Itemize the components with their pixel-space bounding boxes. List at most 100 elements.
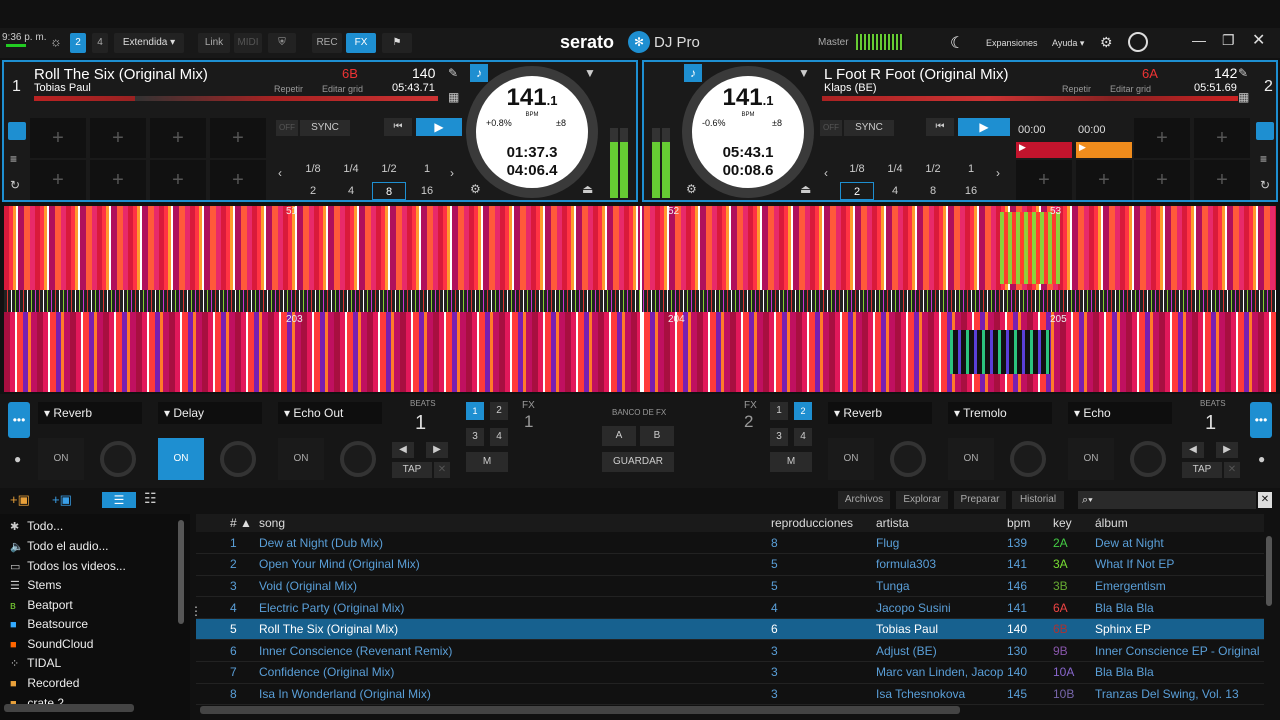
fx-bank-b[interactable]: B (640, 426, 674, 446)
table-row[interactable]: 2 Open Your Mind (Original Mix) 5 formula30… (196, 553, 1264, 576)
fx2-mode-button[interactable]: M (770, 452, 812, 472)
menu-icon[interactable]: ≡ (1260, 152, 1267, 166)
fx2-slot2[interactable]: ▾ Tremolo (948, 402, 1052, 424)
sidebar-h-scrollbar[interactable] (4, 704, 134, 712)
fx-knob[interactable] (340, 441, 376, 477)
fx1-unit[interactable]: 2 (490, 402, 508, 420)
cue-pad[interactable]: + (1076, 160, 1132, 200)
menu-icon[interactable]: ≡ (10, 152, 17, 166)
fx-knob[interactable] (890, 441, 926, 477)
detail-view-icon[interactable]: ☷ (144, 490, 157, 507)
cue-pad[interactable]: + (150, 160, 206, 200)
col-plays[interactable]: reproducciones (768, 514, 873, 532)
sync-off-button[interactable]: OFF (276, 120, 298, 136)
cue-pad[interactable]: + (1016, 160, 1072, 200)
tracklist-scrollbar[interactable] (1266, 536, 1272, 606)
col-song[interactable]: song (256, 514, 768, 532)
table-row[interactable]: 6 Inner Conscience (Revenant Remix) 3 Adjus… (196, 639, 1264, 663)
cue-pad-2[interactable]: ▶ (1076, 142, 1132, 158)
beats-next-icon[interactable]: ▶ (426, 442, 448, 458)
loop-next-icon[interactable]: › (996, 166, 1000, 180)
crate-all[interactable]: ✱ Todo... (10, 516, 63, 536)
fx-expand-icon[interactable]: ••• (1250, 402, 1272, 438)
repeat-button[interactable]: Repetir (1062, 84, 1091, 94)
tap-button[interactable]: TAP (1182, 462, 1222, 478)
crate-stems[interactable]: ☰ Stems (10, 575, 61, 595)
repeat-button[interactable]: Repetir (274, 84, 303, 94)
loop-size[interactable]: 4 (878, 182, 912, 200)
loop-size[interactable]: 1/2 (372, 160, 406, 178)
cue-pad[interactable]: + (1194, 118, 1250, 158)
loop-prev-icon[interactable]: ‹ (278, 166, 282, 180)
table-row[interactable]: 5 Roll The Six (Original Mix) 6 Tobias Paul… (196, 618, 1264, 641)
shield-icon[interactable]: ⛨ (268, 33, 296, 53)
sync-button[interactable]: SYNC (300, 120, 350, 136)
crate-tidal[interactable]: ⁘ TIDAL (10, 653, 61, 673)
fx2-slot1-on[interactable]: ON (828, 438, 874, 480)
cue-button[interactable]: ⏮ (384, 118, 412, 136)
loop-size[interactable]: 1/4 (334, 160, 368, 178)
cue-pad[interactable]: + (90, 160, 146, 200)
cue-pad[interactable]: + (90, 118, 146, 158)
fx-knob[interactable] (1130, 441, 1166, 477)
eject-icon[interactable]: ⏏ (800, 182, 811, 196)
loop-size[interactable]: 4 (334, 182, 368, 200)
fx1-slot1[interactable]: ▾ Reverb (38, 402, 142, 424)
loop-next-icon[interactable]: › (450, 166, 454, 180)
tab-history[interactable]: Historial (1012, 491, 1064, 509)
loop-size-selected[interactable]: 8 (372, 182, 406, 200)
edit-grid-button[interactable]: Editar grid (322, 84, 363, 94)
fx1-unit[interactable]: 4 (490, 428, 508, 446)
fx2-slot3[interactable]: ▾ Echo (1068, 402, 1172, 424)
chevron-down-icon[interactable]: ▼ (798, 66, 810, 80)
loop-size[interactable]: 16 (954, 182, 988, 200)
deck-4-button[interactable]: 4 (92, 33, 108, 53)
gear-icon[interactable]: ⚙ (1100, 34, 1113, 51)
fx-dot-icon[interactable]: ● (1258, 452, 1265, 466)
loop-size[interactable]: 1/8 (296, 160, 330, 178)
fx1-unit[interactable]: 3 (466, 428, 484, 446)
crate-soundcloud[interactable]: ■ SoundCloud (10, 634, 93, 654)
virtual-platter[interactable]: 141.1 BPM +0.8% ±8 01:37.3 04:06.4 (466, 66, 598, 198)
fx1-mode-button[interactable]: M (466, 452, 508, 472)
tab-prepare[interactable]: Preparar (954, 491, 1006, 509)
sync-off-button[interactable]: OFF (820, 120, 842, 136)
loop-size[interactable]: 1/2 (916, 160, 950, 178)
grid-icon[interactable]: ▦ (448, 90, 459, 104)
rec-button[interactable]: REC (312, 33, 342, 53)
cue-mode-icon[interactable] (8, 122, 26, 140)
table-row[interactable]: 3 Void (Original Mix) 5 Tunga 146 3B Emergenti… (196, 575, 1264, 598)
help-button[interactable]: Ayuda ▾ (1052, 38, 1084, 49)
cue-pad-1[interactable]: ▶ (1016, 142, 1072, 158)
crate-recorded[interactable]: ■ Recorded (10, 673, 79, 693)
wrench-icon[interactable]: ✎ (448, 66, 458, 80)
sidebar-scrollbar[interactable] (178, 520, 184, 624)
fx2-unit[interactable]: 1 (770, 402, 788, 420)
fx-bank-a[interactable]: A (602, 426, 636, 446)
tab-browse[interactable]: Explorar (896, 491, 948, 509)
maximize-icon[interactable]: ❐ (1222, 32, 1235, 49)
wrench-icon[interactable]: ✎ (1238, 66, 1248, 80)
table-row[interactable]: 1 Dew at Night (Dub Mix) 8 Flug 139 2A Dew at … (196, 532, 1264, 555)
table-row[interactable]: 8 Isa In Wonderland (Original Mix) 3 Isa Tc… (196, 683, 1264, 706)
chevron-down-icon[interactable]: ▼ (584, 66, 596, 80)
flip-icon[interactable]: ⚑ (382, 33, 412, 53)
loop-size[interactable]: 8 (916, 182, 950, 200)
music-note-icon[interactable]: ♪ (684, 64, 702, 82)
fx2-slot1[interactable]: ▾ Reverb (828, 402, 932, 424)
fx2-unit[interactable]: 4 (794, 428, 812, 446)
fx2-unit[interactable]: 3 (770, 428, 788, 446)
crate-beatsource[interactable]: ■ Beatsource (10, 614, 88, 634)
beats-prev-icon[interactable]: ◀ (392, 442, 414, 458)
cue-pad[interactable]: + (30, 160, 86, 200)
crate-all-audio[interactable]: 🔈 Todo el audio... (10, 536, 109, 556)
edit-grid-button[interactable]: Editar grid (1110, 84, 1151, 94)
loop-size[interactable]: 1 (410, 160, 444, 178)
midi-button[interactable]: MIDI (234, 33, 262, 53)
fx1-slot3[interactable]: ▾ Echo Out (278, 402, 382, 424)
fx2-slot3-on[interactable]: ON (1068, 438, 1114, 480)
loop-size[interactable]: 1 (954, 160, 988, 178)
table-row[interactable]: 7 Confidence (Original Mix) 3 Marc van Lind… (196, 661, 1264, 684)
col-key[interactable]: key (1050, 514, 1092, 532)
close-icon[interactable]: ✕ (434, 462, 450, 478)
